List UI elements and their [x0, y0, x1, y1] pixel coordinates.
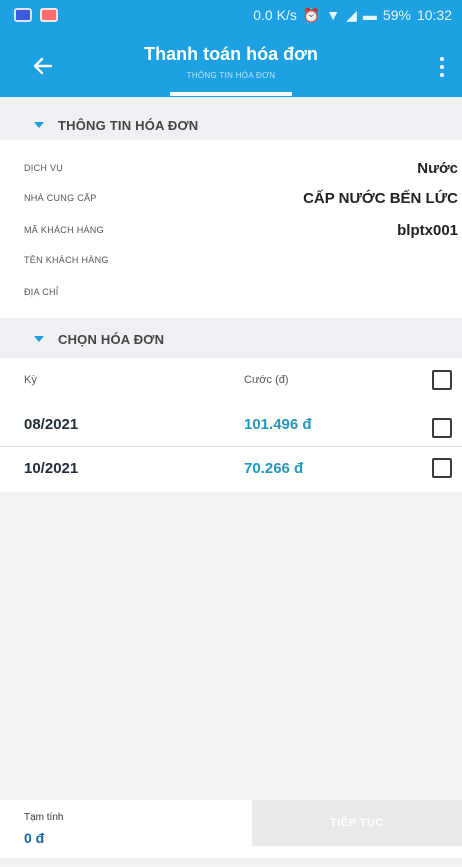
row-divider [0, 446, 462, 447]
section-title: THÔNG TIN HÓA ĐƠN [58, 117, 199, 133]
subtotal-value: 0 đ [24, 830, 45, 846]
network-speed: 0.0 K/s [253, 7, 297, 23]
column-header-fee: Cước (đ) [244, 374, 289, 386]
app-bar: 0.0 K/s ⏰ ▼ ◢ ▬ 59% 10:32 Thanh toán hóa… [0, 0, 462, 97]
info-row-address: ĐỊA CHỈ [24, 282, 458, 302]
subtotal-label: Tạm tính [24, 812, 64, 823]
info-row-customer-name: TÊN KHÁCH HÀNG [24, 250, 458, 270]
page-subtitle: THÔNG TIN HÓA ĐƠN [186, 71, 276, 80]
notification-icon [40, 8, 58, 22]
wifi-icon: ▼ [326, 7, 341, 23]
section-title: CHỌN HÓA ĐƠN [58, 331, 165, 347]
title-block: Thanh toán hóa đơn THÔNG TIN HÓA ĐƠN [100, 44, 362, 80]
column-header-period: Kỳ [24, 374, 37, 386]
page-title: Thanh toán hóa đơn [144, 44, 318, 64]
signal-icon: ◢ [346, 6, 357, 23]
battery-icon: ▬ [362, 7, 377, 23]
info-row-service: DỊCH VỤ Nước [24, 158, 458, 178]
info-label: MÃ KHÁCH HÀNG [24, 225, 104, 235]
toolbar: Thanh toán hóa đơn THÔNG TIN HÓA ĐƠN [0, 30, 462, 97]
bottom-strip [0, 858, 462, 867]
info-row-provider: NHÀ CUNG CẤP CẤP NƯỚC BẾN LỨC [24, 188, 458, 208]
bill-checkbox[interactable] [432, 418, 452, 438]
info-label: ĐỊA CHỈ [24, 287, 59, 297]
info-label: TÊN KHÁCH HÀNG [24, 255, 109, 265]
bill-amount: 70.266 đ [244, 460, 304, 477]
clock: 10:32 [416, 7, 452, 23]
status-bar: 0.0 K/s ⏰ ▼ ◢ ▬ 59% 10:32 [0, 0, 462, 30]
tab-indicator [170, 92, 292, 96]
battery-level: 59% [382, 7, 411, 23]
bill-row[interactable]: 08/2021 101.496 đ [0, 404, 462, 448]
bill-period: 08/2021 [24, 416, 79, 433]
info-value: blptx001 [397, 221, 458, 239]
invoice-info-panel: DỊCH VỤ Nước NHÀ CUNG CẤP CẤP NƯỚC BẾN L… [0, 140, 462, 318]
caret-down-icon [34, 336, 44, 342]
footer-bar: Tạm tính 0 đ TIẾP TỤC [0, 800, 462, 858]
bill-table-header: Kỳ Cước (đ) [0, 358, 462, 404]
info-value: CẤP NƯỚC BẾN LỨC [303, 189, 458, 207]
info-label: NHÀ CUNG CẤP [24, 193, 97, 203]
info-row-customer-code: MÃ KHÁCH HÀNG blptx001 [24, 220, 458, 240]
bill-checkbox[interactable] [432, 458, 452, 478]
select-all-checkbox[interactable] [432, 370, 452, 390]
bill-row[interactable]: 10/2021 70.266 đ [0, 448, 462, 492]
alarm-icon: ⏰ [302, 6, 321, 23]
section-header-choose-bill[interactable]: CHỌN HÓA ĐƠN [0, 318, 462, 360]
back-arrow-icon[interactable] [28, 52, 56, 80]
caret-down-icon [34, 122, 44, 128]
info-label: DỊCH VỤ [24, 163, 64, 173]
more-options-icon[interactable] [432, 54, 452, 80]
bill-panel: Kỳ Cước (đ) 08/2021 101.496 đ 10/2021 70… [0, 358, 462, 492]
continue-button[interactable]: TIẾP TỤC [252, 800, 462, 846]
bill-amount: 101.496 đ [244, 416, 312, 433]
info-value: Nước [417, 159, 458, 177]
bill-period: 10/2021 [24, 460, 79, 477]
notification-icon [14, 8, 32, 22]
